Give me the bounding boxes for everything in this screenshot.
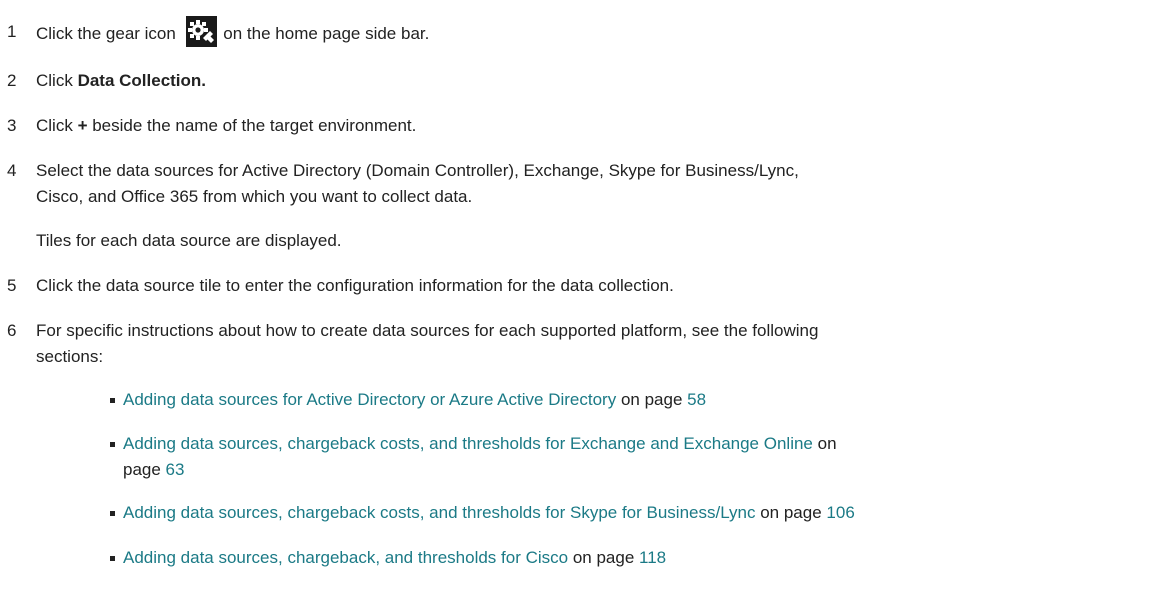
on-page-text: on xyxy=(812,434,837,453)
step-text-after-icon: on the home page side bar. xyxy=(218,23,430,43)
step-number: 1 xyxy=(7,22,17,41)
step-text-line-2: sections: xyxy=(36,347,104,366)
section-link[interactable]: Adding data sources for Active Directory… xyxy=(123,390,616,409)
step-number: 6 xyxy=(7,321,17,340)
plus-symbol: + xyxy=(77,116,88,135)
step-number: 5 xyxy=(7,276,17,295)
section-link[interactable]: Adding data sources, chargeback costs, a… xyxy=(123,503,756,522)
bullet-icon xyxy=(110,442,115,447)
section-link[interactable]: Adding data sources, chargeback, and thr… xyxy=(123,548,568,567)
on-page-text: on page xyxy=(755,503,827,522)
step-text: Click xyxy=(36,71,78,90)
section-link[interactable]: Adding data sources, chargeback costs, a… xyxy=(123,434,813,453)
step-bold-text: Data Collection. xyxy=(77,71,207,90)
on-page-text: on page xyxy=(616,390,688,409)
bullet-icon xyxy=(110,398,115,403)
gear-icon xyxy=(185,16,217,47)
bullet-icon xyxy=(110,556,115,561)
step-text-after: beside the name of the target environmen… xyxy=(87,116,417,135)
step-text: Click xyxy=(36,116,78,135)
step-note: Tiles for each data source are displayed… xyxy=(36,231,342,250)
bullet-icon xyxy=(110,511,115,516)
step-number: 2 xyxy=(7,71,17,90)
step-text: Click the data source tile to enter the … xyxy=(36,276,674,295)
step-number: 3 xyxy=(7,116,17,135)
page-link[interactable]: 58 xyxy=(687,390,706,409)
step-text-line-1: Select the data sources for Active Direc… xyxy=(36,161,799,180)
step-number: 4 xyxy=(7,161,17,180)
step-text-line-1: For specific instructions about how to c… xyxy=(36,321,819,340)
step-text: Click the gear icon xyxy=(36,23,181,43)
on-page-text: on page xyxy=(568,548,639,567)
step-text-line-2: Cisco, and Office 365 from which you wan… xyxy=(36,187,473,206)
on-page-text-2: page xyxy=(123,460,166,479)
page-link[interactable]: 63 xyxy=(166,460,185,479)
page-link[interactable]: 106 xyxy=(826,503,854,522)
page-link[interactable]: 118 xyxy=(639,548,666,567)
